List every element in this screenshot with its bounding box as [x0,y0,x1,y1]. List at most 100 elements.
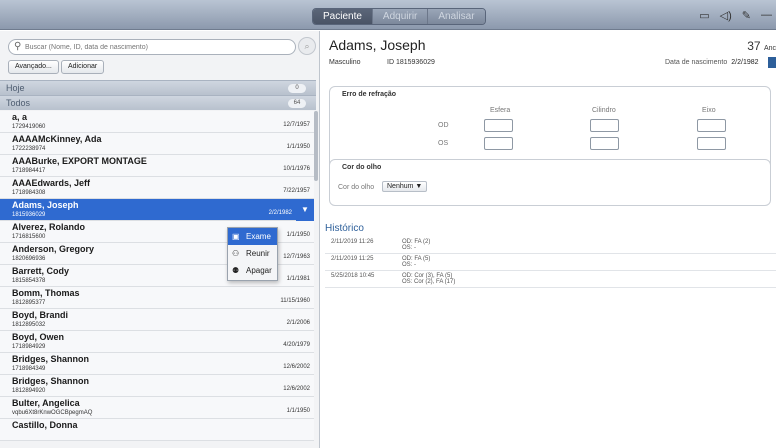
history-row[interactable]: 5/25/2018 10:45 OD: Cor (3), FA (5) OS: … [325,271,776,288]
search-input[interactable] [25,41,285,53]
menu-item-label: Reunir [246,249,270,258]
search-box[interactable]: ⚲ [8,39,296,55]
patient-id: 1815936029 [12,212,46,218]
patient-row-selected[interactable]: Adams, Joseph 1815936029 2/2/1982 ▼ [0,199,314,221]
row-od-label: OD [438,122,449,129]
patient-id: 1716815600 [12,234,46,240]
edit-patient-icon[interactable] [768,57,776,68]
od-sphere-input[interactable] [484,119,513,132]
patient-id: vqbu6Xt8rKnwOGCBpegmAQ [12,410,93,416]
row-os-label: OS [438,140,449,147]
patient-dob: 12/7/1957 [283,122,310,128]
eye-color-label: Cor do olho [338,184,375,191]
patient-row[interactable]: a, a 1729419060 12/7/1957 [0,111,314,133]
patient-dob: 12/7/1963 [283,254,310,260]
col-eixo: Eixo [702,107,716,114]
patient-dob: 12/6/2002 [283,386,310,392]
patient-sex: Masculino [329,59,361,66]
os-cylinder-input[interactable] [590,137,619,150]
history-row[interactable]: 2/11/2019 11:25 OD: FA (5) OS: - [325,254,776,271]
od-cylinder-input[interactable] [590,119,619,132]
eye-color-title: Cor do olho [342,164,382,171]
history-row[interactable]: 2/11/2019 11:26 OD: FA (2) OS: - [325,237,776,254]
patient-row[interactable]: Boyd, Owen 1718984929 4/20/1979 [0,331,314,353]
patient-row[interactable]: AAAAMcKinney, Ada 1722238974 1/1/1950 [0,133,314,155]
patient-dob: 2/1/2006 [286,320,310,326]
dob-label: Data de nascimento [665,59,728,66]
monitor-icon[interactable]: ▭ [699,9,709,22]
patient-row[interactable]: AAABurke, EXPORT MONTAGE 1718984417 10/1/1… [0,155,314,177]
tab-paciente[interactable]: Paciente [313,9,373,24]
toolbar-icons: ▭ ◁) ✎ — [699,9,772,22]
merge-icon: ⚇ [232,249,240,258]
add-patient-button[interactable]: Adicionar [61,60,105,74]
patient-dob: 12/6/2002 [283,364,310,370]
dob-value: 2/2/1982 [731,59,759,66]
os-axis-input[interactable] [697,137,726,150]
eye-color-select[interactable]: Nenhum ▼ [382,181,428,192]
patient-row[interactable]: AAAEdwards, Jeff 1718984308 7/22/1957 [0,177,314,199]
all-count-badge: 64 [288,99,306,108]
section-all[interactable]: Todos 64 [0,95,316,110]
tab-adquirir[interactable]: Adquirir [372,9,429,24]
minimize-icon[interactable]: — [761,9,772,22]
list-scrollbar[interactable] [314,111,318,181]
patient-name: AAAAMcKinney, Ada [12,134,102,144]
patient-id: 1812895377 [12,300,46,306]
patient-name: Anderson, Gregory [12,244,95,254]
patient-id: 1812894920 [12,388,46,394]
refraction-title: Erro de refração [342,91,397,98]
menu-item-label: Exame [246,232,271,241]
history-os: OS: Cor (2), FA (17) [402,279,456,285]
patient-row[interactable]: Bulter, Angelica vqbu6Xt8rKnwOGCBpegmAQ 1/… [0,397,314,419]
patient-title: Adams, Joseph [329,37,426,53]
history-date: 2/11/2019 11:26 [331,239,374,245]
patient-name: a, a [12,112,28,122]
section-today[interactable]: Hoje 0 [0,80,316,95]
patient-dob: 1/1/1950 [286,232,310,238]
patient-dob: 1/1/1981 [286,276,310,282]
patient-id: 1820696936 [12,256,46,262]
row-menu-chevron-down-icon[interactable]: ▼ [296,199,314,221]
history-date: 2/11/2019 11:25 [331,256,374,262]
wrench-icon[interactable]: ✎ [742,9,751,22]
patient-name: Boyd, Owen [12,332,65,342]
od-axis-input[interactable] [697,119,726,132]
col-esfera: Esfera [490,107,511,114]
eye-color-panel: Cor do olho Cor do olho Nenhum ▼ [329,159,771,206]
mode-tabs: Paciente Adquirir Analisar [312,8,486,25]
chevron-down-icon: ▼ [415,183,423,190]
patient-name: Bridges, Shannon [12,376,90,386]
patient-row[interactable]: Bridges, Shannon 1812894920 12/6/2002 [0,375,314,397]
patient-row[interactable]: Castillo, Donna [0,419,314,441]
patient-name: Barrett, Cody [12,266,70,276]
barcode-search-button[interactable]: ⌕ [298,37,316,55]
patient-id: 1718984349 [12,366,46,372]
patient-id: 1729419060 [12,124,46,130]
history-os: OS: - [402,245,417,251]
patient-row[interactable]: Bomm, Thomas 1812895377 11/15/1960 [0,287,314,309]
patient-row[interactable]: Bridges, Shannon 1718984349 12/6/2002 [0,353,314,375]
menu-item-label: Apagar [246,266,272,275]
patient-name: Castillo, Donna [12,420,78,430]
col-cilindro: Cilindro [592,107,616,114]
tab-analisar[interactable]: Analisar [428,9,485,24]
age-unit: Anc [763,45,776,52]
patient-dob: 1/1/1950 [286,408,310,414]
top-toolbar: Paciente Adquirir Analisar ▭ ◁) ✎ — [0,0,776,30]
section-today-label: Hoje [6,83,25,93]
menu-item-exame[interactable]: ▣ Exame [228,228,277,245]
menu-item-apagar[interactable]: ⚉ Apagar [228,262,277,279]
patient-dob: 1/1/1950 [286,144,310,150]
os-sphere-input[interactable] [484,137,513,150]
age-value: 37 [747,39,761,53]
menu-item-reunir[interactable]: ⚇ Reunir [228,245,277,262]
speaker-icon[interactable]: ◁) [720,9,732,22]
history-list: 2/11/2019 11:26 OD: FA (2) OS: - 2/11/20… [325,237,776,288]
patient-list-panel: ⚲ ⌕ Avançado... Adicionar Hoje 0 Todos 6… [0,31,320,448]
patient-id: 1718984308 [12,190,46,196]
patient-dob-line: Data de nascimento 2/2/1982 [665,59,759,66]
id-label: ID [387,59,394,66]
patient-row[interactable]: Boyd, Brandi 1812895032 2/1/2006 [0,309,314,331]
advanced-button[interactable]: Avançado... [8,60,59,74]
